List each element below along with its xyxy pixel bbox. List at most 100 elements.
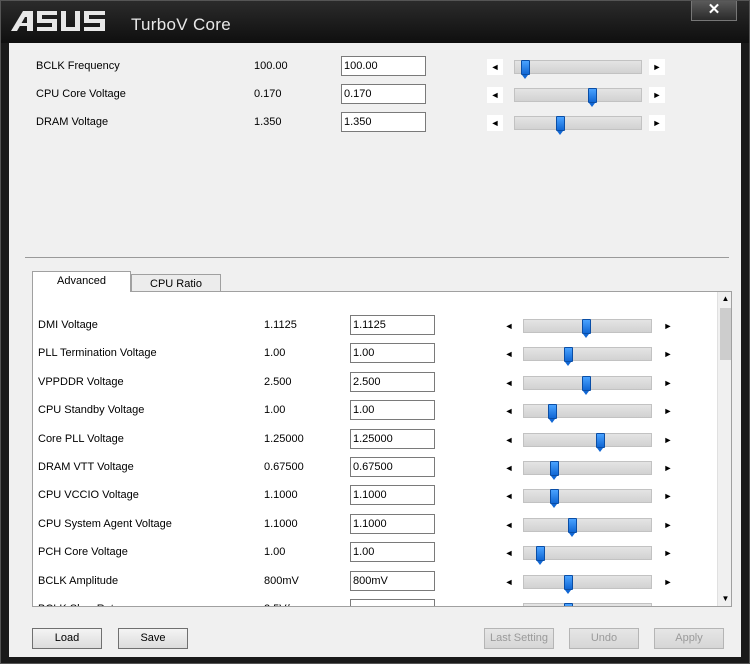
decrease-arrow-icon[interactable]: ◄	[487, 115, 503, 131]
slider-thumb[interactable]	[548, 404, 557, 424]
slider-thumb[interactable]	[582, 319, 591, 338]
slider-thumb[interactable]	[550, 489, 559, 509]
setting-label: Core PLL Voltage	[38, 432, 124, 445]
increase-arrow-icon[interactable]: ►	[660, 573, 676, 590]
slider-thumb[interactable]	[521, 60, 530, 79]
setting-slider[interactable]	[523, 404, 652, 424]
setting-slider[interactable]	[523, 546, 652, 566]
setting-value-input[interactable]: 1.25000	[350, 428, 435, 449]
slider-thumb[interactable]	[568, 517, 577, 537]
setting-slider[interactable]	[523, 319, 652, 338]
increase-arrow-icon[interactable]: ►	[660, 488, 676, 505]
setting-slider[interactable]	[523, 517, 652, 537]
decrease-arrow-icon[interactable]: ◄	[501, 573, 517, 590]
slider-thumb[interactable]	[588, 88, 597, 107]
setting-label: BCLK Amplitude	[38, 574, 119, 587]
setting-value-input[interactable]: 1.00	[350, 343, 435, 364]
slider-thumb[interactable]	[550, 461, 559, 480]
decrease-arrow-icon[interactable]: ◄	[501, 545, 517, 562]
setting-slider[interactable]	[514, 60, 642, 79]
setting-value-input[interactable]: 1.1125	[350, 315, 435, 335]
setting-row: DRAM Voltage 1.350 1.350 ◄ ►	[36, 112, 676, 135]
setting-value-input[interactable]: 0.170	[341, 84, 426, 104]
close-button[interactable]: ✕	[691, 1, 737, 21]
setting-row: DRAM VTT Voltage 0.67500 0.67500 ◄ ►	[38, 457, 708, 480]
increase-arrow-icon[interactable]: ►	[649, 59, 665, 75]
setting-current-value: 1.1000	[264, 517, 298, 530]
scroll-down-icon[interactable]: ▼	[718, 592, 731, 606]
slider-thumb[interactable]	[564, 347, 573, 367]
setting-row: VPPDDR Voltage 2.500 2.500 ◄ ►	[38, 371, 708, 395]
decrease-arrow-icon[interactable]: ◄	[501, 318, 517, 334]
load-button[interactable]: Load	[32, 628, 102, 649]
setting-value-input[interactable]: 1.350	[341, 112, 426, 132]
increase-arrow-icon[interactable]: ►	[649, 87, 665, 103]
setting-slider[interactable]	[523, 347, 652, 367]
slider-thumb[interactable]	[596, 432, 605, 452]
setting-current-value: 1.350	[254, 116, 282, 128]
slider-thumb[interactable]	[536, 546, 545, 566]
increase-arrow-icon[interactable]: ►	[660, 602, 676, 606]
setting-slider[interactable]	[523, 574, 652, 594]
setting-slider[interactable]	[523, 432, 652, 452]
setting-value-input[interactable]: 1.1000	[350, 485, 435, 506]
increase-arrow-icon[interactable]: ►	[649, 115, 665, 131]
setting-value-input[interactable]: 0.67500	[350, 457, 435, 477]
decrease-arrow-icon[interactable]: ◄	[487, 59, 503, 75]
last-setting-button[interactable]: Last Setting	[484, 628, 554, 649]
setting-value-input[interactable]: 1.00	[350, 542, 435, 563]
setting-value-input[interactable]: 1.00	[350, 400, 435, 421]
tab-cpu-ratio[interactable]: CPU Ratio	[131, 274, 221, 292]
title-bar: TurboV Core ✕	[1, 1, 749, 43]
setting-value-input[interactable]: 1.1000	[350, 513, 435, 534]
setting-current-value: 1.00	[264, 404, 286, 417]
setting-slider[interactable]	[523, 375, 652, 395]
setting-label: CPU System Agent Voltage	[38, 517, 172, 530]
increase-arrow-icon[interactable]: ►	[660, 545, 676, 562]
scroll-up-icon[interactable]: ▲	[718, 292, 731, 306]
setting-label: BCLK Frequency	[36, 60, 120, 72]
setting-slider[interactable]	[523, 489, 652, 509]
setting-slider[interactable]	[514, 88, 642, 107]
increase-arrow-icon[interactable]: ►	[660, 374, 676, 391]
setting-value-input[interactable]	[350, 599, 435, 606]
decrease-arrow-icon[interactable]: ◄	[501, 374, 517, 391]
undo-button[interactable]: Undo	[569, 628, 639, 649]
decrease-arrow-icon[interactable]: ◄	[501, 602, 517, 606]
setting-value-input[interactable]: 100.00	[341, 56, 426, 76]
decrease-arrow-icon[interactable]: ◄	[501, 488, 517, 505]
setting-row: BCLK Slew Rate 2.5V/ns ◄ ►	[38, 599, 708, 606]
setting-value-input[interactable]: 800mV	[350, 570, 435, 591]
scrollbar-thumb[interactable]	[720, 308, 731, 360]
decrease-arrow-icon[interactable]: ◄	[501, 403, 517, 420]
setting-slider[interactable]	[514, 116, 642, 135]
increase-arrow-icon[interactable]: ►	[660, 403, 676, 420]
setting-label: CPU VCCIO Voltage	[38, 489, 139, 502]
setting-value-input[interactable]: 2.500	[350, 371, 435, 392]
slider-thumb[interactable]	[564, 574, 573, 594]
setting-label: VPPDDR Voltage	[38, 375, 124, 388]
slider-thumb[interactable]	[556, 116, 565, 135]
apply-button[interactable]: Apply	[654, 628, 724, 649]
setting-slider[interactable]	[523, 461, 652, 480]
decrease-arrow-icon[interactable]: ◄	[501, 516, 517, 533]
app-title: TurboV Core	[131, 15, 231, 34]
setting-label: PLL Termination Voltage	[38, 347, 157, 360]
increase-arrow-icon[interactable]: ►	[660, 346, 676, 363]
increase-arrow-icon[interactable]: ►	[660, 516, 676, 533]
decrease-arrow-icon[interactable]: ◄	[501, 460, 517, 476]
slider-thumb[interactable]	[564, 603, 573, 606]
decrease-arrow-icon[interactable]: ◄	[487, 87, 503, 103]
decrease-arrow-icon[interactable]: ◄	[501, 431, 517, 448]
increase-arrow-icon[interactable]: ►	[660, 460, 676, 476]
save-button[interactable]: Save	[118, 628, 188, 649]
decrease-arrow-icon[interactable]: ◄	[501, 346, 517, 363]
setting-label: CPU Core Voltage	[36, 88, 126, 100]
setting-slider[interactable]	[523, 603, 652, 606]
slider-thumb[interactable]	[582, 375, 591, 395]
setting-current-value: 1.00	[264, 347, 286, 360]
increase-arrow-icon[interactable]: ►	[660, 318, 676, 334]
increase-arrow-icon[interactable]: ►	[660, 431, 676, 448]
tab-advanced[interactable]: Advanced	[32, 271, 131, 292]
vertical-scrollbar[interactable]: ▲ ▼	[717, 292, 731, 606]
